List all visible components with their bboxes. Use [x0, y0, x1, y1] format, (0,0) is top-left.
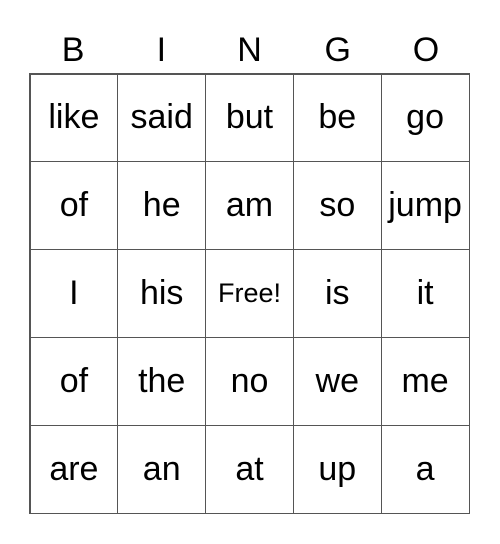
bingo-cell[interactable]: at	[205, 424, 294, 514]
bingo-cell[interactable]: are	[29, 424, 119, 514]
bingo-cell[interactable]: up	[292, 424, 382, 514]
bingo-cell[interactable]: jump	[380, 161, 470, 251]
bingo-cell[interactable]: like	[29, 73, 119, 163]
bingo-cell[interactable]: he	[117, 161, 207, 251]
bingo-cell[interactable]: is	[292, 249, 382, 338]
header-letter-b: B	[61, 31, 85, 69]
bingo-cell[interactable]: be	[292, 73, 382, 163]
header-letter-g: G	[324, 31, 351, 69]
bingo-cell[interactable]: of	[29, 161, 119, 251]
bingo-cell[interactable]: said	[117, 73, 207, 163]
bingo-cell[interactable]: of	[29, 336, 119, 426]
bingo-cell[interactable]: it	[380, 249, 470, 338]
bingo-cell[interactable]: no	[205, 336, 294, 426]
bingo-cell[interactable]: we	[292, 336, 382, 426]
bingo-cell[interactable]: I	[29, 249, 119, 338]
bingo-cell[interactable]: a	[380, 424, 470, 514]
bingo-cell[interactable]: go	[380, 73, 470, 163]
header-letter-o: O	[412, 31, 440, 69]
bingo-cell[interactable]: so	[292, 161, 382, 251]
bingo-cell[interactable]: am	[205, 161, 294, 251]
header-letter-n: N	[237, 31, 262, 69]
bingo-cell[interactable]: his	[117, 249, 207, 338]
bingo-cell[interactable]: the	[117, 336, 207, 426]
bingo-cell[interactable]: me	[380, 336, 470, 426]
bingo-header: B I N G O	[29, 28, 470, 73]
bingo-cell[interactable]: but	[205, 73, 294, 163]
bingo-card: like said but be go of he am so jump I h…	[29, 73, 470, 514]
header-letter-i: I	[156, 31, 167, 69]
bingo-cell[interactable]: an	[117, 424, 207, 514]
free-space-cell[interactable]: Free!	[205, 249, 294, 338]
